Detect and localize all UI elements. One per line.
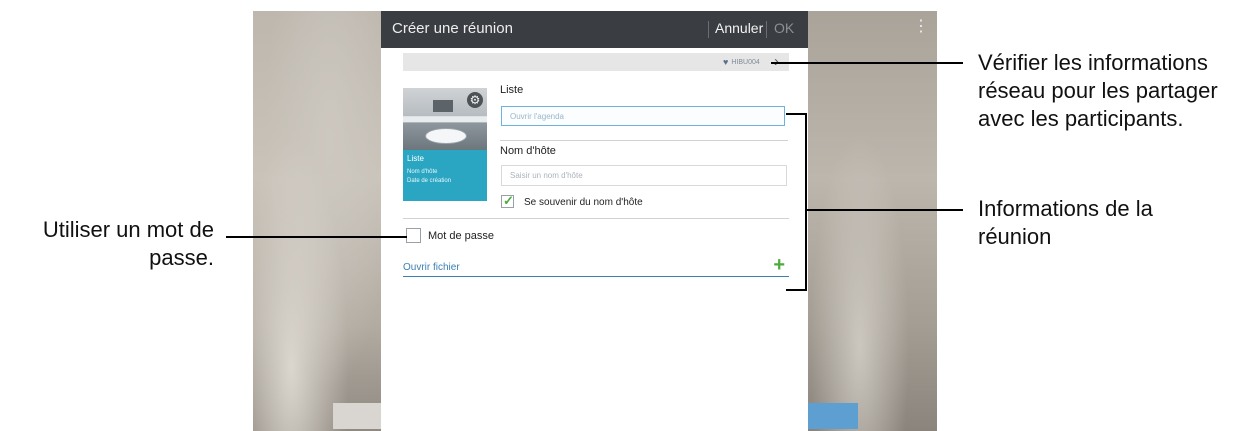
meeting-room-photo: ⚙ xyxy=(403,88,487,150)
background-right xyxy=(808,11,937,431)
bottom-left-button[interactable] xyxy=(333,403,381,429)
ok-button[interactable]: OK xyxy=(774,20,794,36)
annotation-meeting-info: Informations de la réunion xyxy=(978,196,1153,249)
create-meeting-dialog: Créer une réunion Annuler OK ♥ HIBU004 ›… xyxy=(381,11,808,431)
background-left xyxy=(253,11,381,431)
network-info-bar[interactable]: ♥ HIBU004 › xyxy=(403,53,789,71)
gear-icon[interactable]: ⚙ xyxy=(467,92,483,108)
host-label: Nom d'hôte xyxy=(500,145,556,157)
dialog-titlebar: Créer une réunion Annuler OK xyxy=(381,11,808,48)
divider xyxy=(403,218,789,219)
room-table xyxy=(425,128,467,144)
network-name: HIBU004 xyxy=(731,58,760,66)
host-name-input[interactable] xyxy=(501,165,787,186)
password-checkbox[interactable] xyxy=(406,228,421,243)
thumbnail-date: Date de création xyxy=(407,178,452,184)
password-label[interactable]: Mot de passe xyxy=(428,230,494,242)
open-file-label: Ouvrir fichier xyxy=(403,262,460,273)
open-file-button[interactable]: Ouvrir fichier + xyxy=(403,254,789,277)
network-label: ♥ HIBU004 xyxy=(723,56,760,68)
liste-input[interactable] xyxy=(501,106,785,126)
tablet-screen: ⋮ Créer une réunion Annuler OK ♥ HIBU004… xyxy=(253,11,937,431)
callout-bracket-vertical xyxy=(805,113,807,291)
overflow-menu-icon[interactable]: ⋮ xyxy=(913,17,929,37)
thumbnail-title: Liste xyxy=(407,154,424,163)
thumbnail-host: Nom d'hôte xyxy=(407,169,438,175)
callout-line-meeting xyxy=(807,209,963,211)
callout-line-password xyxy=(226,236,407,238)
callout-line-network xyxy=(771,62,963,64)
titlebar-divider xyxy=(708,21,709,38)
open-file-underline xyxy=(403,276,789,277)
titlebar-divider xyxy=(766,21,767,38)
remember-host-label[interactable]: Se souvenir du nom d'hôte xyxy=(524,197,643,208)
remember-host-checkbox[interactable]: ✓ xyxy=(501,193,514,208)
dialog-title: Créer une réunion xyxy=(392,20,513,37)
liste-label: Liste xyxy=(500,84,524,96)
meeting-thumbnail[interactable]: ⚙ Liste Nom d'hôte Date de création xyxy=(403,88,487,201)
annotation-network-info: Vérifier les informations réseau pour le… xyxy=(978,50,1218,131)
plus-icon[interactable]: + xyxy=(773,253,785,277)
bottom-right-button[interactable] xyxy=(808,403,858,429)
heart-icon: ♥ xyxy=(723,57,729,67)
callout-bracket-bottom xyxy=(786,289,806,291)
room-screen xyxy=(433,100,453,112)
divider xyxy=(500,140,788,141)
checkmark-icon: ✓ xyxy=(503,193,514,208)
cancel-button[interactable]: Annuler xyxy=(715,20,763,36)
annotation-password: Utiliser un mot de passe. xyxy=(42,217,214,270)
callout-bracket-top xyxy=(786,113,806,115)
